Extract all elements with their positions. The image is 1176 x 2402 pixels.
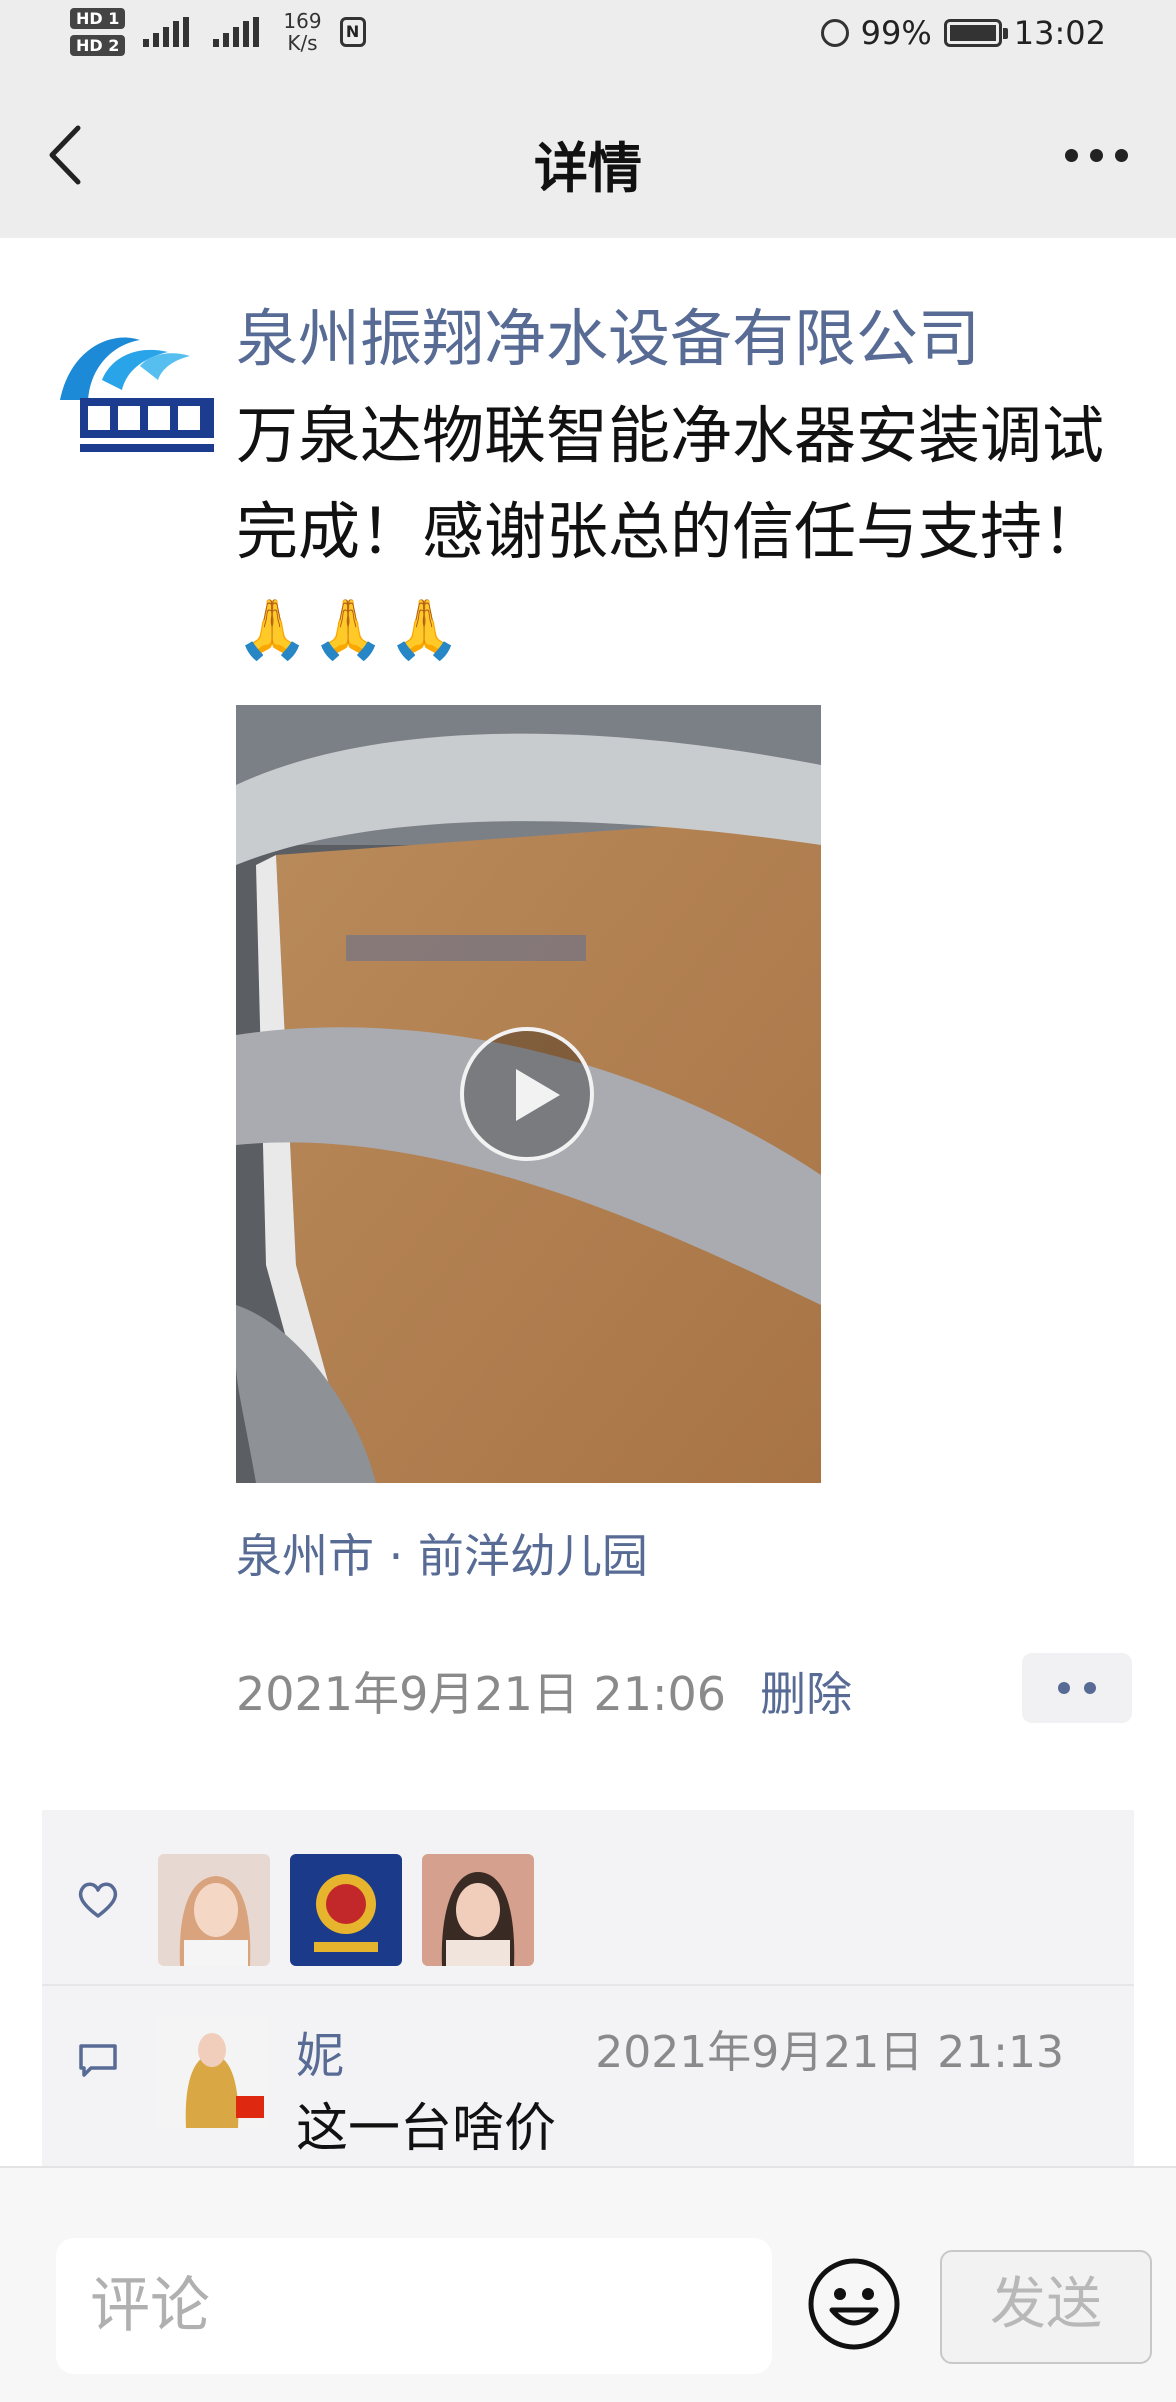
signal-icon (143, 17, 195, 47)
like-avatar-2[interactable] (290, 1854, 402, 1966)
menu-dots-icon (1058, 1682, 1070, 1694)
comment-text: 这一台啥价 (296, 2099, 557, 2159)
network-speed-value: 169 (283, 9, 322, 33)
comment-bar: 发送 (0, 2166, 1176, 2402)
status-bar: HD 1 HD 2 169 K/s N 99% 13:02 (0, 0, 1176, 72)
post-author[interactable]: 泉州振翔净水设备有限公司 (236, 288, 980, 378)
send-button[interactable]: 发送 (940, 2250, 1152, 2364)
like-comment-menu-button[interactable] (1022, 1653, 1132, 1723)
signal-icon (213, 17, 265, 47)
company-logo-avatar[interactable] (50, 310, 214, 474)
commenter-avatar[interactable] (156, 2016, 268, 2128)
more-button[interactable] (1056, 130, 1136, 180)
more-dots-icon (1064, 148, 1078, 162)
top-area: HD 1 HD 2 169 K/s N 99% 13:02 详情 (0, 0, 1176, 238)
post-timestamp: 2021年9月21日 21:06 (236, 1667, 727, 1721)
interaction-panel: 妮 2021年9月21日 21:13 这一台啥价 (42, 1810, 1134, 2176)
clock: 13:02 (1013, 14, 1106, 52)
like-avatar-3[interactable] (422, 1854, 534, 1966)
pray-emoji: 🙏🙏🙏 (236, 595, 465, 663)
battery-icon (943, 19, 1008, 47)
video-thumbnail[interactable] (236, 705, 821, 1483)
likes-row (42, 1810, 1134, 1986)
post-text-content: 万泉达物联智能净水器安装调试完成！感谢张总的信任与支持！ (236, 399, 1105, 568)
comment-time: 2021年9月21日 21:13 (595, 2027, 1064, 2078)
nav-bar: 详情 (0, 80, 1176, 230)
play-icon[interactable] (460, 1027, 594, 1161)
alarm-icon (820, 19, 849, 47)
comment-icon (79, 2044, 117, 2077)
post-meta: 2021年9月21日 21:06 删除 (236, 1658, 852, 1724)
sim2-badge: HD 2 (70, 35, 126, 56)
network-speed: 169 K/s (283, 10, 321, 54)
heart-icon (78, 1882, 118, 1918)
post-text: 万泉达物联智能净水器安装调试完成！感谢张总的信任与支持！ 🙏🙏🙏 (236, 388, 1116, 677)
like-avatar-1[interactable] (158, 1854, 270, 1966)
sim-indicators: HD 1 HD 2 (70, 8, 126, 56)
comment-author[interactable]: 妮 (296, 2016, 344, 2086)
comment-input[interactable] (56, 2238, 772, 2374)
comment-item[interactable]: 妮 2021年9月21日 21:13 这一台啥价 (42, 1986, 1134, 2176)
page-title: 详情 (534, 137, 642, 200)
post-location[interactable]: 泉州市 · 前洋幼儿园 (236, 1520, 648, 1586)
sim1-badge: HD 1 (70, 8, 126, 29)
battery-percent: 99% (860, 14, 932, 52)
nfc-icon: N (339, 17, 366, 47)
network-speed-unit: K/s (287, 31, 318, 55)
emoji-icon[interactable] (806, 2256, 902, 2352)
delete-link[interactable]: 删除 (760, 1658, 852, 1724)
